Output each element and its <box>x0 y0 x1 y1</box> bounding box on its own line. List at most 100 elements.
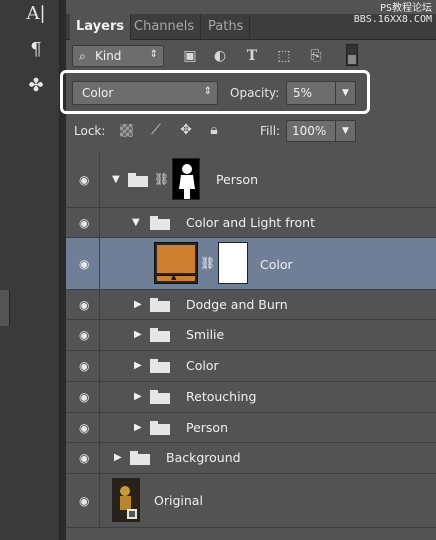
layers-panel: Layers Channels Paths PS教程论坛 BBS.16XX8.C… <box>60 0 436 540</box>
eye-icon: ◉ <box>79 328 90 342</box>
chevron-updown-icon: ⇕ <box>149 49 158 60</box>
image-filter-icon[interactable]: ▣ <box>180 46 200 66</box>
fill-dropdown-button[interactable]: ▼ <box>335 121 355 141</box>
layer-name: Person <box>186 420 229 435</box>
layer-row-color-group[interactable]: ◉ ▶ Color <box>66 351 436 382</box>
layer-row-smilie[interactable]: ◉ ▶ Smilie <box>66 320 436 351</box>
type-filter-icon[interactable]: T <box>242 46 262 66</box>
layer-row-dodge-burn[interactable]: ◉ ▶ Dodge and Burn <box>66 290 436 320</box>
chevron-updown-icon: ⇕ <box>203 86 212 97</box>
disclosure-triangle-icon[interactable]: ▶ <box>134 360 146 372</box>
link-icon[interactable]: ⛓ <box>200 256 215 270</box>
visibility-toggle[interactable]: ◉ <box>74 290 100 319</box>
visibility-toggle[interactable]: ◉ <box>74 320 100 350</box>
visibility-toggle[interactable]: ◉ <box>74 351 100 381</box>
lock-position-move-icon[interactable]: ✥ <box>176 120 196 140</box>
layer-mask-thumbnail[interactable] <box>218 242 248 284</box>
link-icon[interactable]: ⛓ <box>154 172 169 186</box>
person-silhouette-icon <box>179 164 195 199</box>
layer-name: Color and Light front <box>186 215 316 230</box>
layer-name: Person <box>216 172 259 187</box>
visibility-toggle[interactable]: ◉ <box>74 208 100 237</box>
layer-name: Retouching <box>186 389 257 404</box>
disclosure-triangle-icon[interactable]: ▶ <box>134 391 146 403</box>
tools-icon[interactable]: ✤ <box>22 74 50 98</box>
layer-name: Dodge and Burn <box>186 297 288 312</box>
layer-mask-thumbnail[interactable] <box>172 158 200 200</box>
disclosure-triangle-icon[interactable]: ▶ <box>134 422 146 434</box>
layer-row-retouching[interactable]: ◉ ▶ Retouching <box>66 382 436 413</box>
type-tool-icon[interactable]: A| <box>22 2 50 26</box>
blend-mode-select[interactable]: Color ⇕ <box>72 81 218 105</box>
layer-row-color-light-front[interactable]: ◉ ▼ Color and Light front <box>66 208 436 238</box>
eye-icon: ◉ <box>79 172 90 187</box>
layer-name: Color <box>186 358 219 373</box>
blend-mode-value: Color <box>82 86 114 100</box>
opacity-value: 5% <box>293 86 313 100</box>
eye-icon: ◉ <box>79 256 90 271</box>
folder-icon <box>150 359 170 373</box>
filter-toggle-switch[interactable] <box>346 44 358 66</box>
fill-field[interactable]: 100% ▼ <box>286 120 356 142</box>
eye-icon: ◉ <box>79 297 90 312</box>
layer-row-original[interactable]: ◉ Original <box>66 474 436 528</box>
folder-icon <box>150 390 170 404</box>
filter-kind-select[interactable]: ⌕ Kind ⇕ <box>72 45 164 67</box>
disclosure-triangle-icon[interactable]: ▼ <box>132 217 144 229</box>
tab-layers[interactable]: Layers <box>70 14 132 40</box>
tab-channels[interactable]: Channels <box>128 14 202 40</box>
eye-icon: ◉ <box>79 451 90 465</box>
visibility-toggle[interactable]: ◉ <box>74 382 100 412</box>
fill-color-swatch <box>157 245 195 273</box>
layer-row-background[interactable]: ◉ ▶ Background <box>66 443 436 474</box>
visibility-toggle[interactable]: ◉ <box>74 443 100 473</box>
folder-icon <box>130 451 150 465</box>
search-icon: ⌕ <box>79 49 86 63</box>
lock-transparency-icon[interactable] <box>120 124 133 137</box>
opacity-field[interactable]: 5% ▼ <box>286 81 356 105</box>
disclosure-triangle-icon[interactable]: ▶ <box>134 329 146 341</box>
folder-icon <box>150 216 170 230</box>
visibility-toggle[interactable]: ◉ <box>74 474 100 527</box>
lock-pixels-brush-icon[interactable]: ⟋ <box>146 120 166 140</box>
adjustment-filter-icon[interactable]: ◐ <box>210 46 230 66</box>
visibility-toggle[interactable]: ◉ <box>74 238 100 289</box>
smart-object-thumbnail[interactable] <box>112 478 140 522</box>
eye-icon: ◉ <box>79 420 90 435</box>
tool-column: A| ¶ ✤ <box>0 0 60 540</box>
folder-icon <box>150 328 170 342</box>
disclosure-triangle-icon[interactable]: ▶ <box>134 299 146 311</box>
chevron-down-icon: ▼ <box>342 88 349 98</box>
layer-name: Background <box>166 450 241 465</box>
eye-icon: ◉ <box>79 493 90 508</box>
opacity-label: Opacity: <box>230 86 280 100</box>
layer-row-person-group[interactable]: ◉ ▼ ⛓ Person <box>66 152 436 208</box>
disclosure-triangle-icon[interactable]: ▶ <box>114 452 126 464</box>
eye-icon: ◉ <box>79 359 90 373</box>
visibility-toggle[interactable]: ◉ <box>74 413 100 442</box>
layer-row-color-fill[interactable]: ◉ ▲ ⛓ Color <box>66 238 436 290</box>
paragraph-icon[interactable]: ¶ <box>22 38 50 62</box>
layer-row-person-inner[interactable]: ◉ ▶ Person <box>66 413 436 443</box>
shape-filter-icon[interactable]: ⬚ <box>274 46 294 66</box>
lock-label: Lock: <box>74 124 106 138</box>
layer-name: Color <box>260 257 293 272</box>
filter-kind-label: Kind <box>95 49 122 63</box>
triangle-up-icon: ▲ <box>171 273 177 281</box>
lock-all-icon[interactable]: 🔒︎ <box>204 120 224 140</box>
opacity-dropdown-button[interactable]: ▼ <box>335 82 355 104</box>
layers-list: ◉ ▼ ⛓ Person ◉ ▼ Color and Light front ◉ <box>66 152 436 540</box>
photo-thumbnail-icon <box>113 479 139 521</box>
eye-icon: ◉ <box>79 215 90 230</box>
fill-label: Fill: <box>260 124 281 138</box>
fill-thumbnail[interactable]: ▲ <box>154 242 198 284</box>
panel-scroll-handle[interactable] <box>0 290 10 326</box>
folder-icon <box>150 421 170 435</box>
layer-name: Smilie <box>186 327 225 342</box>
disclosure-triangle-icon[interactable]: ▼ <box>112 174 124 186</box>
smartobject-filter-icon[interactable]: ⎘ <box>306 46 326 66</box>
tab-paths[interactable]: Paths <box>202 14 251 40</box>
visibility-toggle[interactable]: ◉ <box>74 152 100 207</box>
chevron-down-icon: ▼ <box>342 126 349 136</box>
fill-value: 100% <box>292 124 327 138</box>
